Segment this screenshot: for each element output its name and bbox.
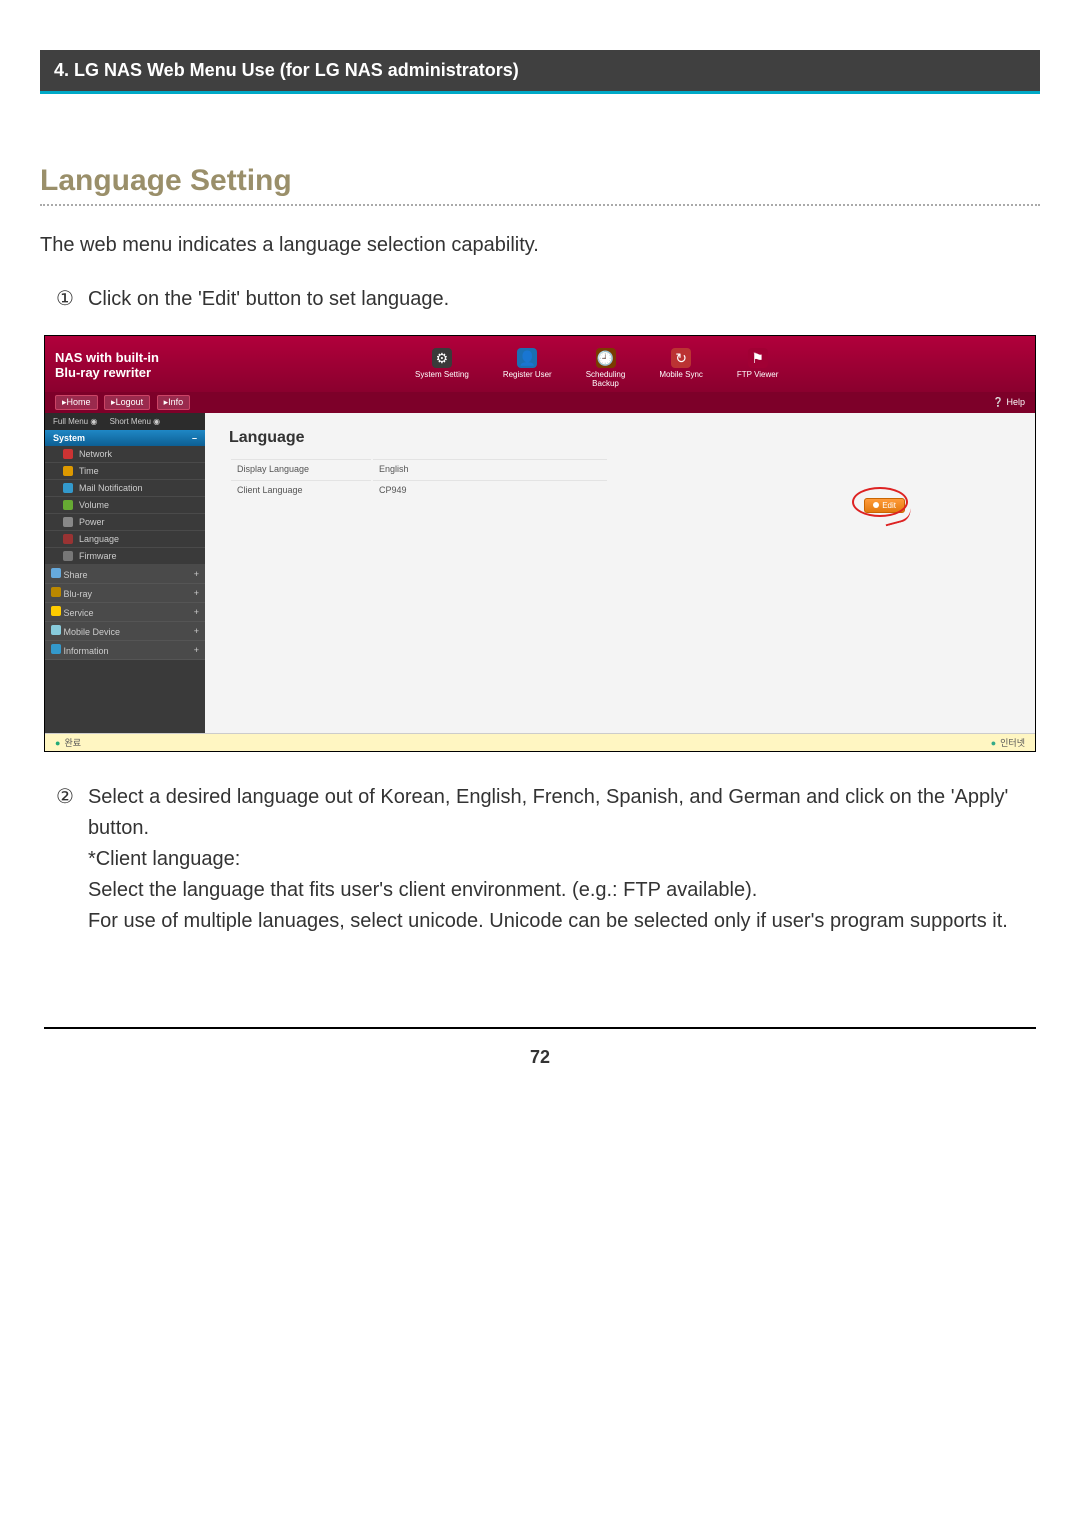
mobile-icon — [51, 625, 61, 635]
panel-title: Language — [229, 429, 1011, 447]
menu-toggle-row: Full Menu ◉ Short Menu ◉ — [45, 413, 205, 430]
footer-rule — [44, 1027, 1036, 1029]
sidebar-cat-information[interactable]: Information+ — [45, 641, 205, 660]
service-icon — [51, 606, 61, 616]
mail-icon — [63, 483, 73, 493]
flag-icon: ⚑ — [748, 348, 768, 368]
chapter-bar: 4. LG NAS Web Menu Use (for LG NAS admin… — [40, 50, 1040, 94]
firmware-icon — [63, 551, 73, 561]
home-button[interactable]: ▸Home — [55, 395, 98, 410]
help-icon: ❔ — [993, 397, 1004, 407]
sidebar-item-time[interactable]: Time — [45, 463, 205, 480]
expand-icon: + — [194, 645, 199, 655]
volume-icon — [63, 500, 73, 510]
nav-label: FTP Viewer — [737, 370, 779, 379]
content-panel: Language Display Language English Client… — [205, 413, 1035, 733]
logo-line1: NAS with built-in — [55, 350, 159, 365]
network-icon — [63, 449, 73, 459]
info-icon — [51, 644, 61, 654]
sidebar-item-mail[interactable]: Mail Notification — [45, 480, 205, 497]
display-language-label: Display Language — [231, 459, 371, 478]
internet-icon: ● — [991, 738, 996, 748]
page-number: 72 — [40, 1047, 1040, 1068]
status-right: ●인터넷 — [991, 736, 1025, 749]
help-link[interactable]: ❔ Help — [993, 397, 1025, 408]
step-2: ② Select a desired language out of Korea… — [56, 782, 1040, 937]
sidebar-item-firmware[interactable]: Firmware — [45, 548, 205, 565]
status-bar: ●완료 ●인터넷 — [45, 733, 1035, 751]
embedded-screenshot: NAS with built-in Blu-ray rewriter ⚙ Sys… — [44, 335, 1036, 752]
clock-icon: 🕘 — [596, 348, 616, 368]
clock-icon — [63, 466, 73, 476]
full-menu-radio[interactable]: Full Menu ◉ — [53, 417, 97, 426]
nav-label: Register User — [503, 370, 552, 379]
edit-button-label: Edit — [882, 501, 896, 510]
group-label: System — [53, 433, 85, 443]
share-icon — [51, 568, 61, 578]
nav-mobile-sync[interactable]: ↻ Mobile Sync — [659, 348, 703, 388]
bullet-icon — [873, 502, 879, 508]
edit-button-callout: Edit — [864, 495, 905, 513]
sidebar: Full Menu ◉ Short Menu ◉ System – Networ… — [45, 413, 205, 733]
expand-icon: + — [194, 626, 199, 636]
client-language-label: Client Language — [231, 480, 371, 499]
logo-line2: Blu-ray rewriter — [55, 365, 151, 380]
sync-icon: ↻ — [671, 348, 691, 368]
sidebar-group-system[interactable]: System – — [45, 430, 205, 446]
step-1: ① Click on the 'Edit' button to set lang… — [56, 284, 1040, 315]
collapse-icon: – — [192, 433, 197, 443]
display-language-value: English — [373, 459, 607, 478]
done-icon: ● — [55, 738, 60, 748]
bluray-icon — [51, 587, 61, 597]
sidebar-item-power[interactable]: Power — [45, 514, 205, 531]
screenshot-subheader: ▸Home ▸Logout ▸Info ❔ Help — [45, 392, 1035, 413]
user-icon: 👤 — [517, 348, 537, 368]
nav-ftp-viewer[interactable]: ⚑ FTP Viewer — [737, 348, 779, 388]
row-client-language: Client Language CP949 — [231, 480, 607, 499]
sidebar-cat-mobile[interactable]: Mobile Device+ — [45, 622, 205, 641]
sidebar-cat-share[interactable]: Share+ — [45, 565, 205, 584]
sidebar-cat-bluray[interactable]: Blu-ray+ — [45, 584, 205, 603]
power-icon — [63, 517, 73, 527]
status-left: ●완료 — [55, 736, 81, 749]
logout-button[interactable]: ▸Logout — [104, 395, 150, 410]
nav-label: System Setting — [415, 370, 469, 379]
expand-icon: + — [194, 607, 199, 617]
sidebar-item-volume[interactable]: Volume — [45, 497, 205, 514]
nav-scheduling-backup[interactable]: 🕘 Scheduling Backup — [586, 348, 626, 388]
intro-paragraph: The web menu indicates a language select… — [40, 230, 1040, 260]
nav-label: Mobile Sync — [659, 370, 703, 379]
step-1-text: Click on the 'Edit' button to set langua… — [88, 284, 1040, 315]
section-title: Language Setting — [40, 164, 1040, 206]
info-button[interactable]: ▸Info — [157, 395, 191, 410]
language-table: Display Language English Client Language… — [229, 457, 609, 501]
help-label: Help — [1006, 397, 1025, 407]
step-1-marker: ① — [56, 284, 74, 315]
sidebar-item-network[interactable]: Network — [45, 446, 205, 463]
step-2-marker: ② — [56, 782, 74, 937]
nav-label: Scheduling Backup — [586, 370, 626, 388]
expand-icon: + — [194, 569, 199, 579]
language-icon — [63, 534, 73, 544]
row-display-language: Display Language English — [231, 459, 607, 478]
step-2-text: Select a desired language out of Korean,… — [88, 782, 1040, 937]
client-language-value: CP949 — [373, 480, 607, 499]
nav-register-user[interactable]: 👤 Register User — [503, 348, 552, 388]
expand-icon: + — [194, 588, 199, 598]
nav-system-setting[interactable]: ⚙ System Setting — [415, 348, 469, 388]
short-menu-radio[interactable]: Short Menu ◉ — [110, 417, 161, 426]
top-nav: ⚙ System Setting 👤 Register User 🕘 Sched… — [415, 348, 778, 388]
sidebar-item-language[interactable]: Language — [45, 531, 205, 548]
product-logo: NAS with built-in Blu-ray rewriter — [55, 351, 159, 381]
gear-icon: ⚙ — [432, 348, 452, 368]
sidebar-cat-service[interactable]: Service+ — [45, 603, 205, 622]
screenshot-header: NAS with built-in Blu-ray rewriter ⚙ Sys… — [45, 336, 1035, 392]
